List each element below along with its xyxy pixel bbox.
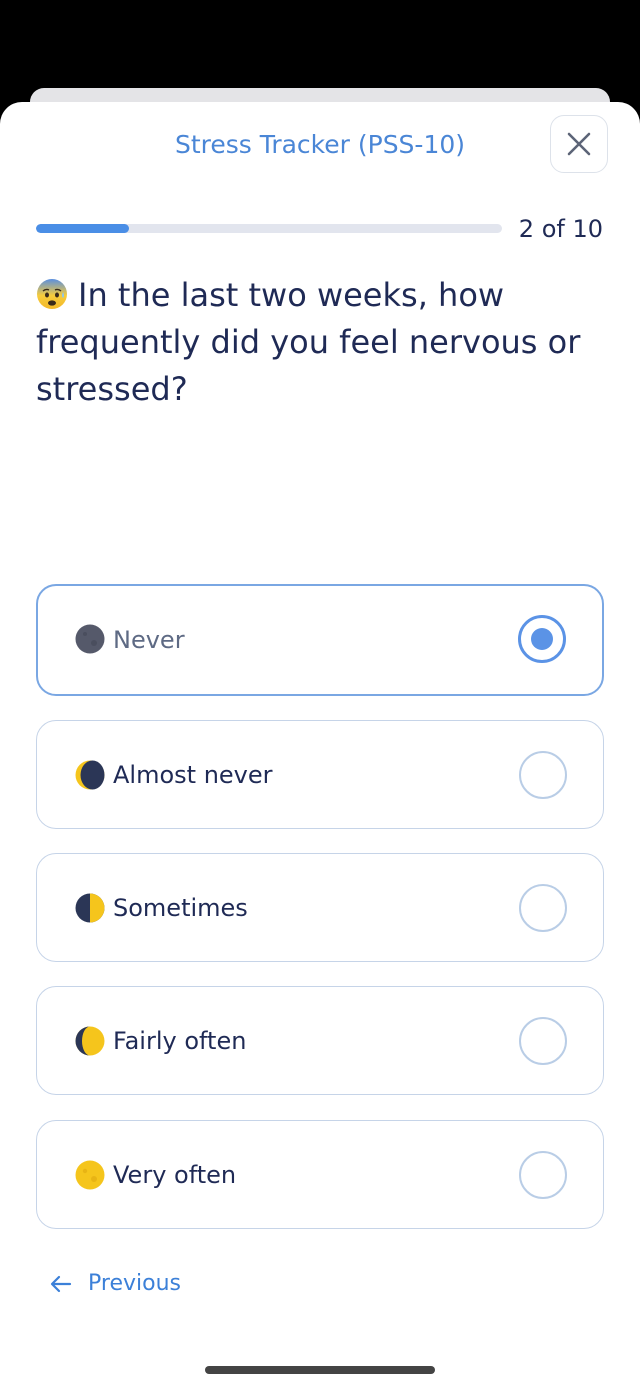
- arrow-left-icon: [50, 1275, 72, 1293]
- first-quarter-moon-icon: [75, 893, 105, 923]
- waxing-gibbous-moon-icon: [75, 1026, 105, 1056]
- progress-counter: 2 of 10: [518, 215, 603, 243]
- option-label: Sometimes: [113, 894, 248, 922]
- radio-button[interactable]: [519, 884, 567, 932]
- bottom-sheet: Stress Tracker (PSS-10) 2 of 10 In the l…: [0, 102, 640, 1387]
- radio-button[interactable]: [519, 751, 567, 799]
- anxious-face-with-sweat-icon: [37, 279, 67, 309]
- option-label: Almost never: [113, 761, 273, 789]
- option-label: Very often: [113, 1161, 237, 1189]
- new-moon-icon: [75, 624, 105, 654]
- previous-label: Previous: [88, 1271, 181, 1296]
- radio-button[interactable]: [518, 615, 566, 663]
- progress-bar: [36, 224, 502, 233]
- option-very-often[interactable]: Very often: [36, 1120, 604, 1229]
- option-never[interactable]: Never: [36, 584, 604, 696]
- option-label: Fairly often: [113, 1027, 247, 1055]
- full-moon-icon: [75, 1160, 105, 1190]
- radio-selected-dot: [531, 628, 553, 650]
- question-text: In the last two weeks, how frequently di…: [36, 276, 581, 408]
- sheet-title: Stress Tracker (PSS-10): [174, 130, 466, 159]
- waning-crescent-moon-icon: [75, 760, 105, 790]
- home-indicator[interactable]: [205, 1366, 435, 1374]
- option-sometimes[interactable]: Sometimes: [36, 853, 604, 962]
- close-icon: [567, 132, 591, 156]
- question-heading: In the last two weeks, how frequently di…: [36, 272, 606, 413]
- option-label: Never: [113, 626, 185, 654]
- progress-fill: [36, 224, 130, 233]
- close-button[interactable]: [550, 115, 608, 173]
- option-fairly-often[interactable]: Fairly often: [36, 986, 604, 1095]
- previous-button[interactable]: Previous: [50, 1266, 181, 1302]
- radio-button[interactable]: [519, 1017, 567, 1065]
- option-almost-never[interactable]: Almost never: [36, 720, 604, 829]
- radio-button[interactable]: [519, 1151, 567, 1199]
